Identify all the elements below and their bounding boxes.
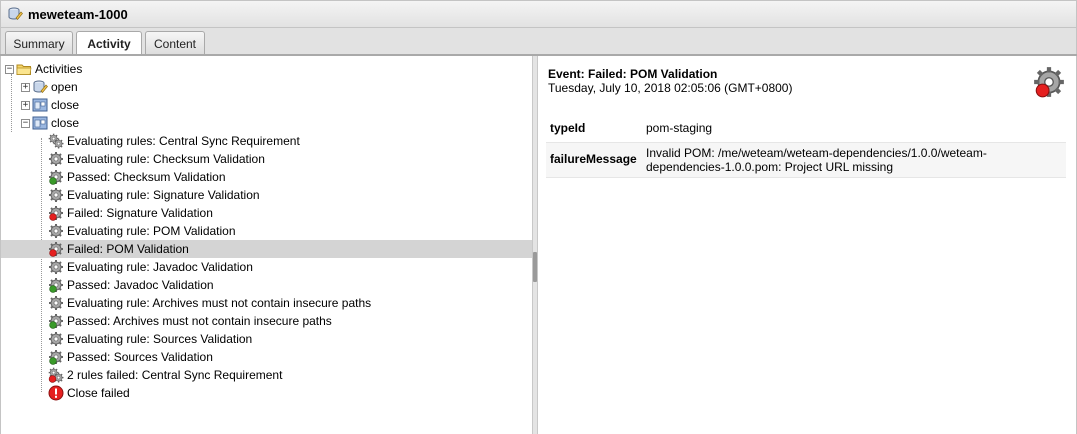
property-key: typeId (546, 116, 642, 143)
activity-tree[interactable]: − Activities + open + close − close Eval… (0, 56, 532, 434)
expand-toggle[interactable]: + (21, 82, 30, 92)
repository-icon (7, 6, 23, 22)
tree-event[interactable]: Evaluating rule: Signature Validation (48, 186, 260, 204)
tab-activity[interactable]: Activity (76, 31, 142, 56)
tree-node-open[interactable]: + open (21, 78, 78, 96)
tree-label: Evaluating rule: Sources Validation (67, 332, 253, 346)
tree-label: close (51, 98, 80, 112)
window-title: meweteam-1000 (28, 6, 128, 22)
gear-passed-icon (48, 349, 64, 365)
property-value: Invalid POM: /me/weteam/weteam-dependenc… (642, 142, 1066, 178)
tree-event[interactable]: Evaluating rules: Central Sync Requireme… (48, 132, 300, 150)
tab-content[interactable]: Content (145, 31, 205, 55)
tree-label: Evaluating rule: POM Validation (67, 224, 236, 238)
tree-node-close[interactable]: + close (21, 96, 79, 114)
tree-label: Passed: Archives must not contain insecu… (67, 314, 332, 328)
tree-event[interactable]: Evaluating rule: Javadoc Validation (48, 258, 253, 276)
event-detail-panel: Event: Failed: POM Validation Tuesday, J… (538, 56, 1077, 434)
tree-connector (11, 74, 12, 132)
gear-icon (48, 259, 64, 275)
staging-open-icon (32, 79, 48, 95)
tree-label: Close failed (67, 386, 130, 400)
staging-close-icon (32, 115, 48, 131)
tree-event[interactable]: Evaluating rule: Archives must not conta… (48, 294, 371, 312)
splitter-grip[interactable] (533, 252, 537, 282)
property-row: failureMessage Invalid POM: /me/weteam/w… (546, 142, 1066, 178)
gears-failed-icon (48, 367, 65, 384)
event-properties-table: typeId pom-staging failureMessage Invali… (546, 116, 1066, 178)
tree-label: Passed: Checksum Validation (67, 170, 226, 184)
tree-event[interactable]: Evaluating rule: Checksum Validation (48, 150, 265, 168)
gears-icon (48, 132, 65, 150)
gear-icon (48, 151, 64, 167)
gear-passed-icon (48, 169, 64, 185)
property-value: pom-staging (642, 116, 1066, 143)
tree-label: Failed: Signature Validation (67, 206, 213, 220)
tree-label: Evaluating rule: Archives must not conta… (67, 296, 372, 310)
gear-passed-icon (48, 313, 64, 329)
tree-event[interactable]: Failed: Signature Validation (48, 204, 213, 222)
gear-icon (48, 295, 64, 311)
tree-event[interactable]: Passed: Archives must not contain insecu… (48, 312, 332, 330)
tree-root-activities[interactable]: − Activities (5, 60, 82, 78)
gear-failed-icon (1032, 65, 1066, 99)
expand-toggle[interactable]: + (21, 100, 30, 110)
tree-label: Failed: POM Validation (67, 242, 189, 256)
tree-event[interactable]: Passed: Checksum Validation (48, 168, 226, 186)
tree-label: Evaluating rule: Javadoc Validation (67, 260, 253, 274)
tree-label: Passed: Javadoc Validation (67, 278, 214, 292)
folder-icon (16, 61, 32, 77)
tree-node-close-expanded[interactable]: − close (21, 114, 79, 132)
tree-label: 2 rules failed: Central Sync Requirement (67, 368, 283, 382)
gear-failed-icon (48, 205, 64, 221)
event-date: Tuesday, July 10, 2018 02:05:06 (GMT+080… (548, 81, 793, 95)
tree-label: Evaluating rules: Central Sync Requireme… (67, 134, 300, 148)
tab-bar: Summary Activity Content (0, 28, 1077, 56)
tree-connector (41, 138, 42, 392)
tree-label: close (51, 116, 80, 130)
tab-summary[interactable]: Summary (5, 31, 73, 55)
tree-event-selected[interactable]: Failed: POM Validation (1, 240, 532, 258)
collapse-toggle[interactable]: − (5, 64, 14, 74)
tree-event[interactable]: Passed: Javadoc Validation (48, 276, 214, 294)
gear-failed-icon (48, 241, 64, 257)
tree-event[interactable]: Evaluating rule: POM Validation (48, 222, 236, 240)
error-icon (48, 385, 64, 401)
tree-label: Evaluating rule: Signature Validation (67, 188, 260, 202)
window-titlebar: meweteam-1000 (0, 0, 1077, 28)
property-key: failureMessage (546, 142, 642, 178)
gear-passed-icon (48, 277, 64, 293)
tree-label: open (51, 80, 78, 94)
event-title: Event: Failed: POM Validation (548, 67, 718, 81)
gear-icon (48, 187, 64, 203)
tree-label: Activities (35, 62, 83, 76)
gear-icon (48, 223, 64, 239)
tree-label: Passed: Sources Validation (67, 350, 213, 364)
staging-close-icon (32, 97, 48, 113)
tree-event[interactable]: Evaluating rule: Sources Validation (48, 330, 252, 348)
tree-label: Evaluating rule: Checksum Validation (67, 152, 265, 166)
gear-icon (48, 331, 64, 347)
collapse-toggle[interactable]: − (21, 118, 30, 128)
tree-event[interactable]: Close failed (48, 384, 130, 402)
tree-event[interactable]: Passed: Sources Validation (48, 348, 213, 366)
property-row: typeId pom-staging (546, 116, 1066, 143)
tree-event[interactable]: 2 rules failed: Central Sync Requirement (48, 366, 282, 384)
